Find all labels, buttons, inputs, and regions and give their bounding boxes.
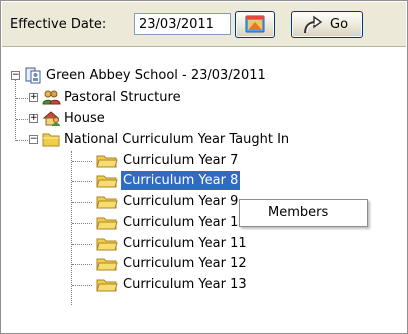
tree-view[interactable]: − Green Abbey School - 23/03/2011 + Past… [2, 47, 406, 333]
tree-node-label: Curriculum Year 7 [123, 153, 239, 168]
folder-icon [96, 196, 118, 209]
house-group-icon [42, 111, 60, 126]
tree-node-curriculum-year-8[interactable]: Curriculum Year 8 [2, 171, 402, 190]
folder-icon [96, 155, 118, 168]
expand-toggle[interactable]: + [29, 93, 38, 102]
people-group-icon [42, 90, 61, 105]
window-frame: Effective Date: Go [0, 0, 408, 334]
go-arrow-icon [304, 15, 323, 34]
tree-node-label: Curriculum Year 10 [123, 215, 247, 230]
folder-icon [96, 258, 118, 271]
tree-node-curriculum-year-7[interactable]: Curriculum Year 7 [2, 151, 402, 170]
tree-node-label: Curriculum Year 13 [123, 277, 247, 292]
folder-icon [96, 217, 118, 230]
tree-node-national-curriculum[interactable]: − National Curriculum Year Taught In [2, 130, 402, 149]
tree-node-curriculum-year-12[interactable]: Curriculum Year 12 [2, 254, 402, 273]
folder-icon [96, 175, 118, 188]
tree-node-label: Pastoral Structure [64, 90, 181, 105]
tree-node-label: Curriculum Year 12 [123, 256, 247, 271]
context-menu: Members [239, 199, 368, 227]
tree-node-pastoral-structure[interactable]: + Pastoral Structure [2, 88, 402, 107]
tree-node-label: Curriculum Year 8 [121, 171, 241, 190]
folder-icon [96, 279, 118, 292]
toolbar: Effective Date: Go [2, 2, 406, 47]
go-button-label: Go [330, 17, 349, 32]
collapse-toggle[interactable]: − [29, 135, 38, 144]
calendar-icon [245, 15, 265, 33]
effective-date-label: Effective Date: [10, 17, 107, 32]
tree-node-label: Curriculum Year 11 [123, 236, 247, 251]
tree-node-label: Green Abbey School - 23/03/2011 [46, 68, 266, 83]
expand-toggle[interactable]: + [29, 114, 38, 123]
folder-open-icon [42, 133, 60, 147]
menu-item-members[interactable]: Members [268, 203, 328, 222]
tree-node-house[interactable]: + House [2, 109, 402, 128]
tree-node-label: National Curriculum Year Taught In [64, 132, 290, 147]
tree-node-curriculum-year-11[interactable]: Curriculum Year 11 [2, 234, 402, 253]
effective-date-input[interactable] [134, 13, 231, 35]
calendar-button[interactable] [235, 11, 275, 38]
school-icon [25, 67, 41, 84]
tree-node-root[interactable]: − Green Abbey School - 23/03/2011 [2, 66, 402, 85]
tree-node-label: House [64, 111, 105, 126]
collapse-toggle[interactable]: − [11, 71, 20, 80]
tree-node-label: Curriculum Year 9 [123, 194, 239, 209]
tree-node-curriculum-year-13[interactable]: Curriculum Year 13 [2, 275, 402, 294]
folder-icon [96, 238, 118, 251]
go-button[interactable]: Go [291, 11, 363, 38]
